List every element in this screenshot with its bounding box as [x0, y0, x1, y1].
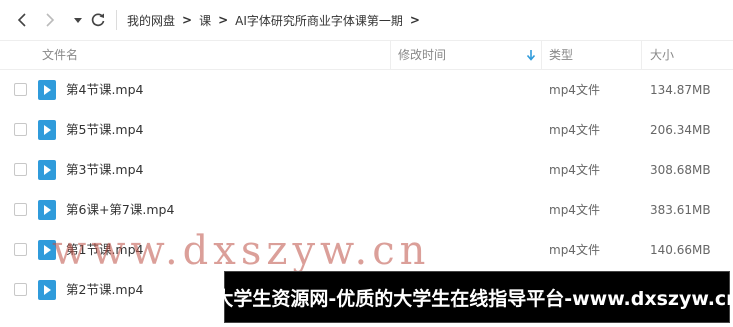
file-type: mp4文件	[549, 83, 600, 97]
file-row[interactable]: 第3节课.mp4 mp4文件 308.68MB	[0, 150, 733, 190]
row-checkbox[interactable]	[14, 283, 27, 296]
column-divider[interactable]	[390, 41, 391, 69]
breadcrumb-item-course[interactable]: 课	[199, 12, 211, 29]
video-file-icon	[38, 240, 56, 260]
column-header-type[interactable]: 类型	[549, 41, 573, 69]
row-checkbox[interactable]	[14, 123, 27, 136]
video-file-icon	[38, 280, 56, 300]
file-name[interactable]: 第2节课.mp4	[66, 270, 144, 310]
file-browser-window: 我的网盘 > 课 > AI字体研究所商业字体课第一期 > 文件名 修改时间 类型…	[0, 0, 733, 327]
file-name[interactable]: 第6课+第7课.mp4	[66, 190, 174, 230]
refresh-icon	[91, 13, 105, 27]
nav-divider	[116, 10, 117, 30]
breadcrumb-item-current-folder[interactable]: AI字体研究所商业字体课第一期	[235, 12, 403, 29]
breadcrumb: 我的网盘 > 课 > AI字体研究所商业字体课第一期 >	[127, 0, 427, 40]
row-checkbox[interactable]	[14, 203, 27, 216]
back-button[interactable]	[10, 8, 34, 32]
file-type: mp4文件	[549, 163, 600, 177]
column-divider[interactable]	[641, 41, 642, 69]
breadcrumb-item-my-drive[interactable]: 我的网盘	[127, 12, 175, 29]
file-row[interactable]: 第1节课.mp4 mp4文件 140.66MB	[0, 230, 733, 270]
refresh-button[interactable]	[86, 8, 110, 32]
row-checkbox[interactable]	[14, 83, 27, 96]
watermark-banner-text: 大学生资源网-优质的大学生在线指导平台-www.dxszyw.cn	[214, 287, 733, 310]
file-name[interactable]: 第4节课.mp4	[66, 70, 144, 110]
file-size: 383.61MB	[650, 203, 711, 217]
column-header-name[interactable]: 文件名	[42, 41, 78, 69]
sort-descending-icon[interactable]	[525, 48, 537, 62]
navigation-bar: 我的网盘 > 课 > AI字体研究所商业字体课第一期 >	[0, 0, 733, 40]
video-file-icon	[38, 80, 56, 100]
breadcrumb-separator: >	[409, 13, 420, 27]
column-header-modified[interactable]: 修改时间	[398, 41, 446, 69]
chevron-left-icon	[17, 13, 26, 27]
file-size: 308.68MB	[650, 163, 711, 177]
row-checkbox[interactable]	[14, 163, 27, 176]
file-row[interactable]: 第6课+第7课.mp4 mp4文件 383.61MB	[0, 190, 733, 230]
watermark-banner: 大学生资源网-优质的大学生在线指导平台-www.dxszyw.cn	[214, 271, 733, 323]
video-file-icon	[38, 120, 56, 140]
file-list-header: 文件名 修改时间 类型 大小	[0, 40, 733, 70]
file-name[interactable]: 第5节课.mp4	[66, 110, 144, 150]
file-row[interactable]: 第4节课.mp4 mp4文件 134.87MB	[0, 70, 733, 110]
file-type: mp4文件	[549, 123, 600, 137]
video-file-icon	[38, 200, 56, 220]
chevron-right-icon	[46, 13, 55, 27]
file-type: mp4文件	[549, 243, 600, 257]
file-size: 206.34MB	[650, 123, 711, 137]
column-header-size[interactable]: 大小	[650, 41, 674, 69]
file-row[interactable]: 第5节课.mp4 mp4文件 206.34MB	[0, 110, 733, 150]
file-name[interactable]: 第1节课.mp4	[66, 230, 144, 270]
row-checkbox[interactable]	[14, 243, 27, 256]
breadcrumb-separator: >	[218, 13, 229, 27]
caret-down-icon	[74, 18, 82, 23]
video-file-icon	[38, 160, 56, 180]
forward-button[interactable]	[38, 8, 62, 32]
file-name[interactable]: 第3节课.mp4	[66, 150, 144, 190]
file-size: 140.66MB	[650, 243, 711, 257]
column-divider[interactable]	[541, 41, 542, 69]
breadcrumb-separator: >	[182, 13, 193, 27]
file-type: mp4文件	[549, 203, 600, 217]
file-size: 134.87MB	[650, 83, 711, 97]
